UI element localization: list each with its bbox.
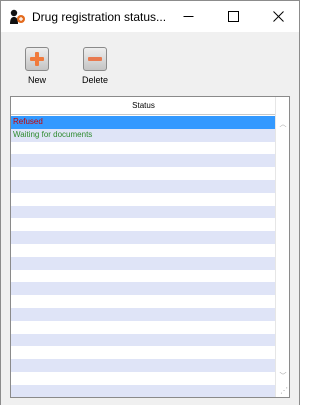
new-button[interactable]: New xyxy=(17,47,57,85)
content-panel: Status Refused Waiting for documents ︿ ﹀ … xyxy=(1,90,299,405)
empty-table-row[interactable] xyxy=(11,167,276,180)
empty-table-row[interactable] xyxy=(11,192,276,206)
empty-table-row[interactable] xyxy=(11,384,276,397)
empty-table-row[interactable] xyxy=(11,256,276,270)
resize-grip-icon[interactable]: ⋰ xyxy=(278,386,288,396)
empty-table-row[interactable] xyxy=(11,359,276,372)
empty-table-row[interactable] xyxy=(11,346,276,360)
toolbar: New Delete xyxy=(1,32,299,90)
status-table[interactable]: Status Refused Waiting for documents ︿ ﹀ … xyxy=(10,96,290,398)
close-icon xyxy=(273,11,284,22)
vertical-scrollbar[interactable]: ︿ ﹀ ⋰ xyxy=(275,97,289,397)
empty-table-row[interactable] xyxy=(11,231,276,244)
table-row[interactable]: Waiting for documents xyxy=(11,128,276,142)
window-title: Drug registration status... xyxy=(32,9,167,24)
add-icon xyxy=(25,47,49,71)
delete-button[interactable]: Delete xyxy=(75,47,115,85)
table-row[interactable]: Refused xyxy=(11,116,276,129)
minimize-icon xyxy=(183,16,194,17)
scroll-down-icon[interactable]: ﹀ xyxy=(276,369,289,383)
empty-table-row[interactable] xyxy=(11,333,276,347)
empty-table-row[interactable] xyxy=(11,218,276,232)
app-logo-icon xyxy=(8,8,26,26)
empty-table-row[interactable] xyxy=(11,269,276,283)
minimize-button[interactable] xyxy=(166,1,211,32)
table-rows: Refused Waiting for documents xyxy=(11,116,276,397)
empty-table-row[interactable] xyxy=(11,141,276,155)
close-button[interactable] xyxy=(256,1,301,32)
empty-table-row[interactable] xyxy=(11,282,276,296)
empty-table-row[interactable] xyxy=(11,154,276,168)
scroll-up-icon[interactable]: ︿ xyxy=(276,117,289,131)
registration-status-window: Drug registration status... New Delete S… xyxy=(0,0,300,405)
empty-table-row[interactable] xyxy=(11,371,276,385)
empty-table-row[interactable] xyxy=(11,179,276,193)
maximize-button[interactable] xyxy=(211,1,256,32)
empty-table-row[interactable] xyxy=(11,205,276,219)
empty-table-row[interactable] xyxy=(11,320,276,334)
remove-icon xyxy=(83,47,107,71)
empty-table-row[interactable] xyxy=(11,307,276,321)
delete-label: Delete xyxy=(81,75,108,85)
maximize-icon xyxy=(228,11,240,22)
column-header-status[interactable]: Status xyxy=(11,97,276,115)
empty-table-row[interactable] xyxy=(11,243,276,257)
title-bar[interactable]: Drug registration status... xyxy=(1,1,299,32)
empty-table-row[interactable] xyxy=(11,295,276,308)
new-label: New xyxy=(27,75,46,85)
